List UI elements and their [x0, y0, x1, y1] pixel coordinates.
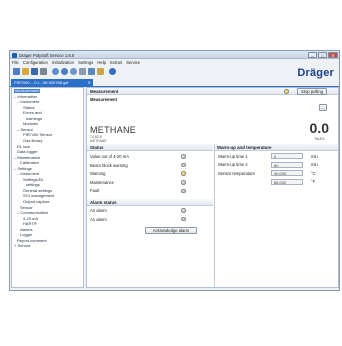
key-icon[interactable] — [97, 68, 104, 75]
alarm-row-label: A2 alarm — [90, 208, 107, 213]
status-indicator-icon — [181, 154, 186, 159]
open-icon[interactable] — [22, 68, 29, 75]
tree-item[interactable]: Output capture — [23, 199, 49, 204]
tree-item[interactable]: Modules — [23, 121, 38, 126]
status-row-label: Warning — [90, 171, 106, 177]
tree-item[interactable]: – Instrument — [17, 171, 39, 176]
title-bar: Dräger PolySoft Service 1.6.0 – □ ✕ — [10, 51, 339, 59]
warmup-row-label: Warm-up time 2 — [218, 162, 248, 168]
minimize-button[interactable]: – — [308, 52, 317, 58]
warmup-value-field[interactable]: 0 — [271, 153, 303, 159]
alarm-header: Alarm status — [87, 199, 213, 206]
window-title: Dräger PolySoft Service 1.6.0 — [19, 52, 75, 58]
document-tab-label: PIR7000 – C:\...\W-920788.gzf — [14, 80, 69, 85]
status-indicator-icon — [181, 162, 186, 168]
tree-item[interactable]: Errors and — [23, 110, 42, 115]
warmup-unit-label: °F — [311, 179, 316, 185]
warmup-unit-label: min — [311, 153, 318, 159]
measurement-header-label: Measurement — [90, 89, 119, 94]
alarm-header-label: Alarm status — [90, 200, 117, 205]
status-row-label: Fault — [90, 188, 100, 194]
tree-item[interactable]: Data logger — [17, 149, 38, 154]
print-icon[interactable] — [40, 68, 47, 75]
tree-item[interactable]: Calibration — [20, 160, 39, 165]
warmup-value-field[interactable]: 86.000 — [271, 178, 303, 185]
tree-item[interactable]: Gas library — [23, 138, 42, 143]
brand-logo: Dräger — [297, 67, 334, 79]
status-indicator-icon — [181, 188, 186, 194]
device-icon[interactable] — [79, 68, 86, 75]
save-icon[interactable] — [31, 68, 38, 75]
gas-library-name: METHANE — [90, 139, 107, 143]
warmup-row-label: Warm-up time 1 — [218, 153, 248, 159]
warmup-value-field[interactable]: 60 — [271, 161, 303, 168]
navigation-tree: Measurement – Information – Instrument Stat… — [11, 87, 84, 288]
transfer-icon[interactable] — [88, 68, 95, 75]
close-button[interactable]: ✕ — [328, 52, 338, 58]
status-header: Status — [87, 144, 213, 151]
tree-item[interactable]: HART® — [23, 221, 37, 226]
connect-icon[interactable] — [52, 68, 59, 75]
app-icon — [12, 52, 17, 58]
warmup-row-label: Sensor temperature — [218, 170, 256, 176]
warmup-header-label: Warm-up and temperature — [217, 145, 272, 150]
tab-close-icon[interactable]: ✕ — [88, 79, 91, 86]
main-panel: Measurement Stop polling Measurement ...… — [86, 87, 339, 288]
measurement-value: 0.0 — [309, 120, 329, 136]
settings-icon[interactable] — [70, 68, 77, 75]
alarm-row-label: A1 alarm — [90, 216, 107, 222]
config-icon[interactable] — [61, 68, 68, 75]
status-header-label: Status — [90, 145, 104, 150]
warmup-header: Warm-up and temperature — [214, 144, 338, 151]
help-icon[interactable] — [109, 68, 116, 75]
measurement-unit: %LEL — [314, 136, 325, 141]
status-row-label: Maintenance — [90, 179, 114, 185]
panel-divider — [213, 144, 214, 287]
maximize-button[interactable]: □ — [318, 52, 327, 58]
measurement-more-button[interactable]: ... — [319, 104, 327, 111]
tree-item[interactable]: Measurement — [14, 88, 41, 94]
new-icon[interactable] — [13, 68, 20, 75]
warmup-value-field[interactable]: 30.000 — [271, 170, 303, 177]
app-window: Dräger PolySoft Service 1.6.0 – □ ✕ File… — [9, 50, 340, 291]
status-indicator-icon — [181, 171, 186, 176]
measurement-subheader: Measurement — [90, 97, 117, 102]
acknowledge-alarm-button[interactable]: Acknowledge alarm — [145, 227, 197, 234]
tree-item[interactable]: settings — [26, 183, 40, 188]
warmup-unit-label: min — [311, 162, 318, 168]
tree-item[interactable]: – Communication — [17, 210, 48, 215]
toolbar: Dräger — [10, 66, 339, 79]
gas-name: METHANE — [90, 125, 137, 135]
polling-indicator — [284, 89, 289, 94]
tree-item[interactable]: Logger — [20, 232, 32, 237]
warmup-unit-label: °C — [311, 170, 316, 176]
status-indicator-icon — [181, 180, 186, 185]
tree-item[interactable]: – Instrument — [17, 99, 39, 104]
alarm-indicator-icon — [181, 208, 186, 213]
status-row-label: Value out of 4-20 mA — [90, 154, 130, 159]
tree-item[interactable]: + Service — [14, 244, 31, 249]
stop-polling-button[interactable]: Stop polling — [297, 88, 327, 95]
document-tab[interactable]: PIR7000 – C:\...\W-920788.gzf ✕ — [11, 79, 93, 86]
alarm-indicator-icon — [181, 216, 186, 222]
status-row-label: Beam block warning — [90, 162, 128, 168]
